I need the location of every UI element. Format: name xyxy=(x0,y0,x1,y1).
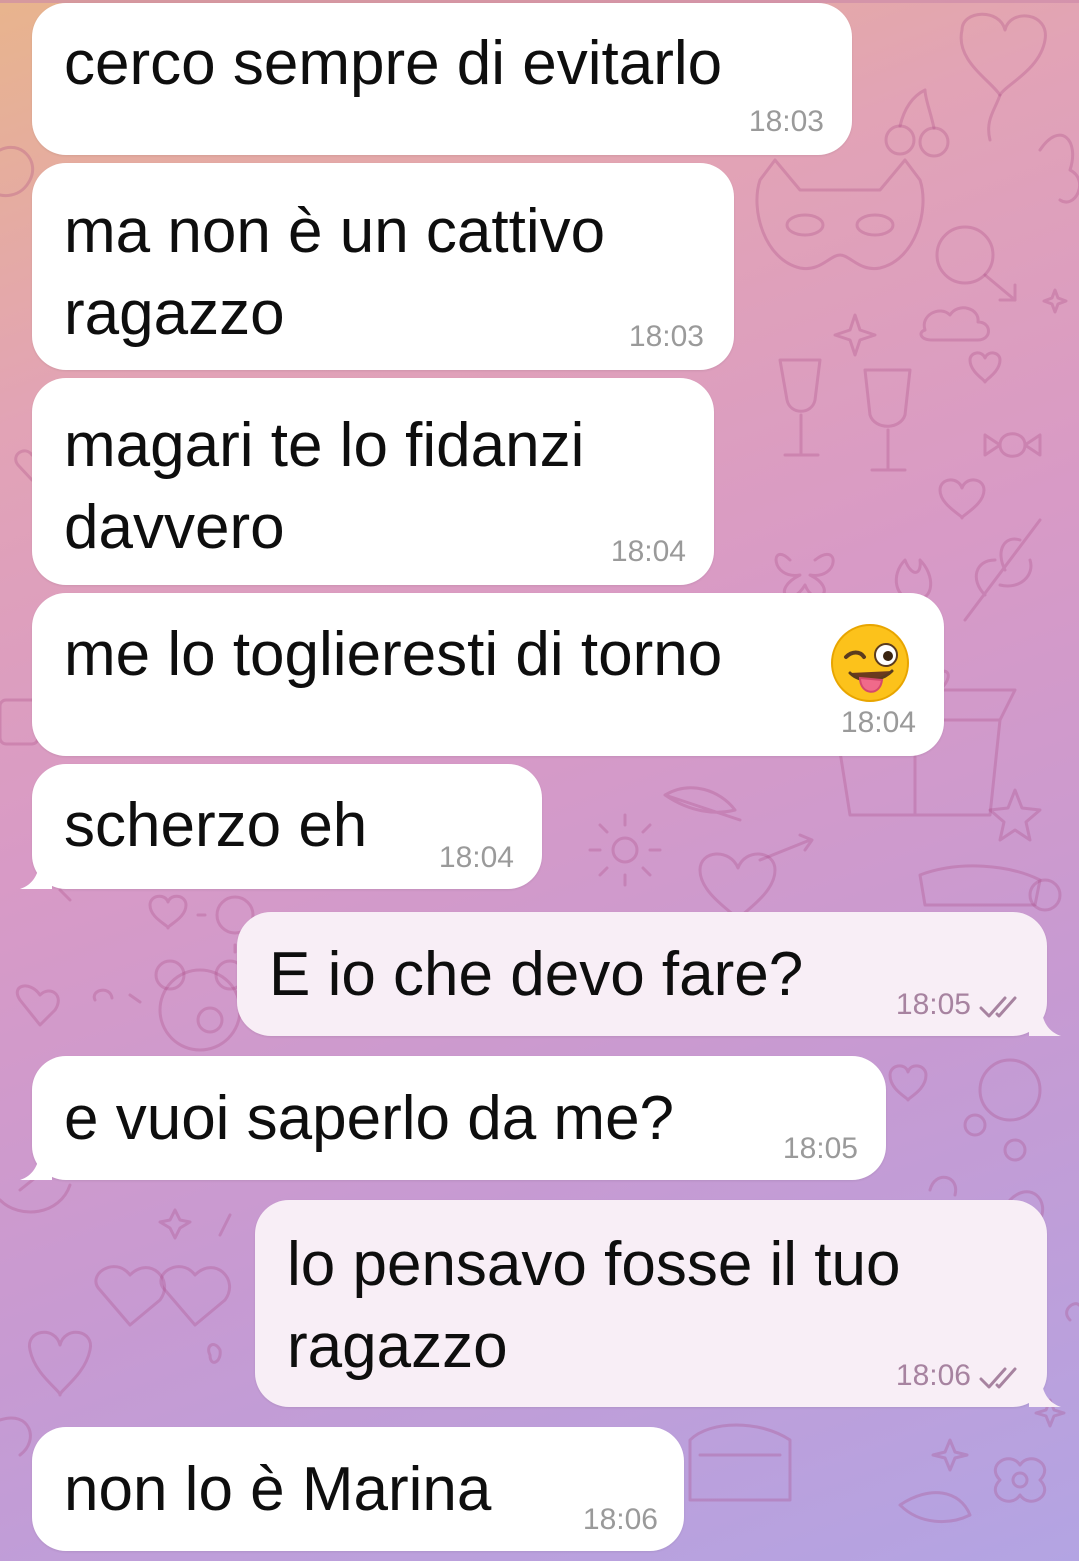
bubble-tail xyxy=(20,1146,52,1180)
message-text: e vuoi saperlo da me? xyxy=(64,1084,675,1153)
message-time: 18:06 xyxy=(895,1359,971,1392)
incoming-message[interactable]: ma non è un cattivo ragazzo 18:03 xyxy=(32,163,734,370)
incoming-message[interactable]: scherzo eh 18:04 xyxy=(20,764,542,889)
message-time: 18:04 xyxy=(610,535,686,568)
read-double-check-icon xyxy=(979,996,1017,1018)
incoming-message[interactable]: cerco sempre di evitarlo 18:03 xyxy=(32,3,852,155)
message-text: non lo è Marina xyxy=(64,1455,492,1524)
message-text: ragazzo xyxy=(287,1312,508,1381)
message-text: cerco sempre di evitarlo xyxy=(64,29,723,98)
winking-face-with-tongue-icon xyxy=(831,624,909,702)
incoming-message[interactable]: magari te lo fidanzi davvero 18:04 xyxy=(32,378,714,585)
incoming-message[interactable]: me lo toglieresti di torno 18:04 xyxy=(32,593,944,756)
bubble-tail xyxy=(20,855,52,889)
message-time: 18:03 xyxy=(628,320,704,353)
outgoing-message[interactable]: E io che devo fare? 18:05 xyxy=(237,912,1061,1036)
message-text: ragazzo xyxy=(64,279,285,348)
message-time: 18:05 xyxy=(895,988,971,1021)
message-text: lo pensavo fosse il tuo xyxy=(287,1230,901,1299)
incoming-message[interactable]: non lo è Marina 18:06 xyxy=(32,1427,684,1551)
message-time: 18:06 xyxy=(582,1503,658,1536)
read-double-check-icon xyxy=(979,1367,1017,1389)
chat-wallpaper: cerco sempre di evitarlo 18:03 ma non è … xyxy=(0,0,1079,1561)
message-time: 18:05 xyxy=(782,1132,858,1165)
message-text: ma non è un cattivo xyxy=(64,197,606,266)
message-time: 18:03 xyxy=(748,105,824,138)
message-time: 18:04 xyxy=(438,841,514,874)
bubble-tail xyxy=(1029,1373,1061,1407)
incoming-message[interactable]: e vuoi saperlo da me? 18:05 xyxy=(20,1056,886,1180)
message-text: magari te lo fidanzi xyxy=(64,411,585,480)
message-text: E io che devo fare? xyxy=(269,940,804,1009)
message-text: me lo toglieresti di torno xyxy=(64,620,723,689)
message-text: davvero xyxy=(64,493,285,562)
bubble-tail xyxy=(1029,1002,1061,1036)
message-text: scherzo eh xyxy=(64,791,368,860)
message-time: 18:04 xyxy=(840,706,916,739)
outgoing-message[interactable]: lo pensavo fosse il tuo ragazzo 18:06 xyxy=(255,1200,1061,1407)
